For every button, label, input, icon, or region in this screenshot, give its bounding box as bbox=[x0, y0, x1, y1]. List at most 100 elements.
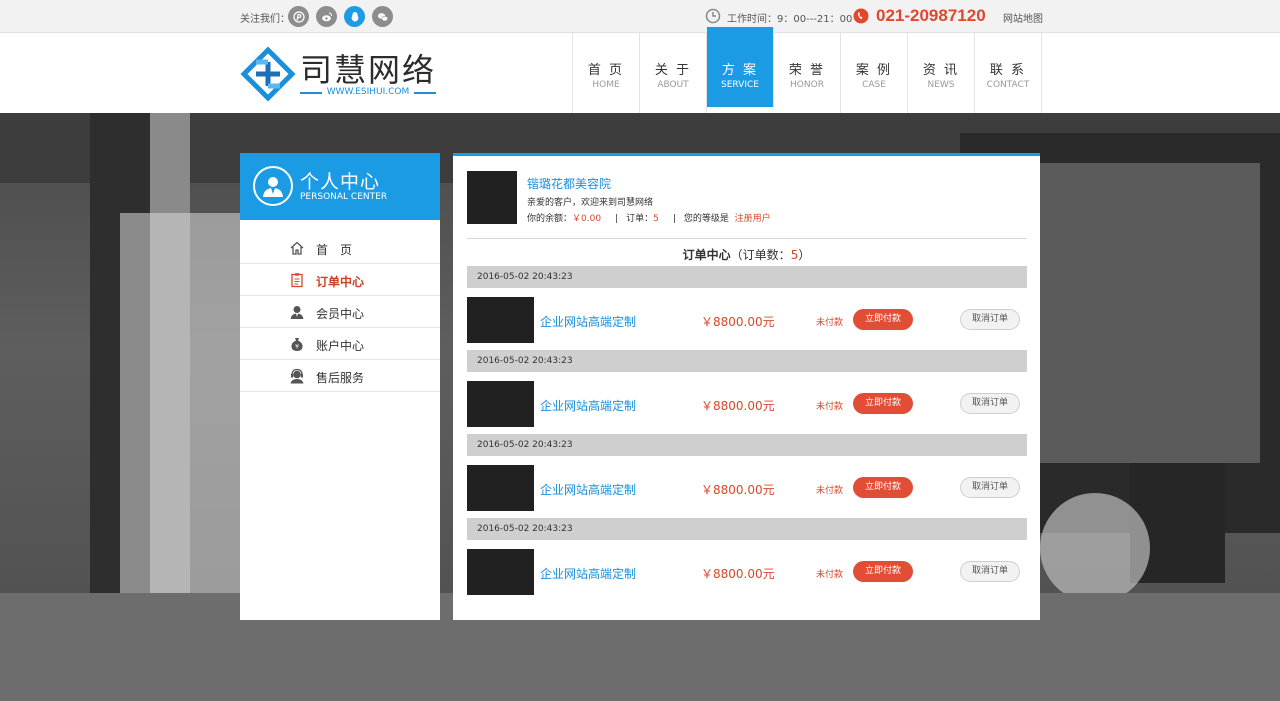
order-row: 企业网站高端定制 ￥8800.00元 未付款 立即付款 取消订单 bbox=[467, 381, 1027, 429]
sitemap-link[interactable]: 网站地图 bbox=[1003, 10, 1043, 25]
nav-label: 联 系 bbox=[989, 63, 1027, 78]
order-date: 2016-05-02 20:43:23 bbox=[467, 434, 1027, 456]
sidebar-item-label: 会员中心 bbox=[316, 307, 365, 321]
order-date: 2016-05-02 20:43:23 bbox=[467, 518, 1027, 540]
nav-sublabel: CONTACT bbox=[986, 80, 1030, 90]
product-name[interactable]: 企业网站高端定制 bbox=[540, 565, 636, 582]
home-icon bbox=[290, 241, 304, 255]
svg-text:¥: ¥ bbox=[295, 344, 299, 351]
profile-image bbox=[467, 171, 517, 224]
stats-separator: | bbox=[672, 214, 676, 224]
nav-label: 荣 誉 bbox=[788, 63, 826, 78]
nav-contact[interactable]: 联 系 CONTACT bbox=[975, 33, 1042, 113]
order-row: 企业网站高端定制 ￥8800.00元 未付款 立即付款 取消订单 bbox=[467, 297, 1027, 345]
pay-now-button[interactable]: 立即付款 bbox=[853, 393, 913, 414]
orders-label: 订单： bbox=[626, 214, 654, 224]
logo-url: WWW.ESIHUI.COM bbox=[300, 87, 436, 97]
order-row: 企业网站高端定制 ￥8800.00元 未付款 立即付款 取消订单 bbox=[467, 549, 1027, 597]
nav-sublabel: SERVICE bbox=[721, 80, 759, 90]
sidebar-item-label: 售后服务 bbox=[316, 371, 365, 385]
product-thumbnail[interactable] bbox=[467, 465, 534, 511]
shop-name[interactable]: 锴璐花都美容院 bbox=[527, 175, 611, 192]
sidebar-item-account[interactable]: ¥ 账户中心 bbox=[240, 328, 440, 360]
phone-icon bbox=[853, 8, 869, 24]
sidebar-item-label: 账户中心 bbox=[316, 339, 365, 353]
order-price: ￥8800.00元 bbox=[701, 399, 775, 413]
orders-title-text: 订单中心 bbox=[682, 248, 731, 262]
sidebar-menu: 首 页 订单中心 会员中心 ¥ 账户中心 售后服务 bbox=[240, 232, 440, 392]
cancel-order-button[interactable]: 取消订单 bbox=[960, 309, 1020, 330]
main-nav: 首 页 HOME 关 于 ABOUT 方 案 SERVICE 荣 誉 HONOR 案 例… bbox=[572, 27, 1042, 113]
orders-count-prefix: （订单数： bbox=[730, 248, 791, 262]
nav-honor[interactable]: 荣 誉 HONOR bbox=[774, 33, 841, 113]
nav-sublabel: HONOR bbox=[790, 80, 824, 90]
member-icon bbox=[290, 306, 304, 319]
cancel-order-button[interactable]: 取消订单 bbox=[960, 393, 1020, 414]
payment-status: 未付款 bbox=[816, 402, 844, 412]
order-price: ￥8800.00元 bbox=[701, 483, 775, 497]
nav-service[interactable]: 方 案 SERVICE bbox=[707, 27, 774, 107]
product-thumbnail[interactable] bbox=[467, 297, 534, 343]
product-thumbnail[interactable] bbox=[467, 549, 534, 595]
product-thumbnail[interactable] bbox=[467, 381, 534, 427]
orders-count: 5 bbox=[653, 214, 659, 224]
product-name[interactable]: 企业网站高端定制 bbox=[540, 313, 636, 330]
qq-icon[interactable] bbox=[344, 6, 365, 27]
sidebar-title: 个人中心 bbox=[300, 171, 381, 193]
sidebar-item-label: 订单中心 bbox=[316, 275, 365, 289]
sidebar-item-member[interactable]: 会员中心 bbox=[240, 296, 440, 328]
orders-count-suffix: ） bbox=[798, 248, 811, 262]
nav-label: 关 于 bbox=[654, 63, 692, 78]
weibo-icon[interactable] bbox=[316, 6, 337, 27]
nav-sublabel: ABOUT bbox=[657, 80, 689, 90]
payment-status: 未付款 bbox=[816, 318, 844, 328]
sidebar-subtitle: PERSONAL CENTER bbox=[300, 192, 388, 202]
top-bar: 关注我们： 工作时间：9：00---21：00 021-20987120 网站地… bbox=[0, 0, 1280, 33]
divider bbox=[467, 238, 1027, 239]
welcome-text: 亲爱的客户，欢迎来到司慧网络 bbox=[527, 198, 654, 208]
pay-now-button[interactable]: 立即付款 bbox=[853, 309, 913, 330]
sidebar-item-orders[interactable]: 订单中心 bbox=[240, 264, 440, 296]
sidebar-header: 个人中心 PERSONAL CENTER bbox=[240, 153, 440, 220]
phone-number: 021-20987120 bbox=[876, 6, 986, 25]
payment-status: 未付款 bbox=[816, 486, 844, 496]
clipboard-icon bbox=[291, 273, 303, 288]
follow-us-label: 关注我们： bbox=[240, 14, 290, 25]
product-name[interactable]: 企业网站高端定制 bbox=[540, 397, 636, 414]
cancel-order-button[interactable]: 取消订单 bbox=[960, 561, 1020, 582]
pinterest-icon[interactable] bbox=[288, 6, 309, 27]
logo-mark-icon[interactable] bbox=[240, 46, 296, 102]
member-level: 注册用户 bbox=[734, 214, 771, 224]
nav-case[interactable]: 案 例 CASE bbox=[841, 33, 908, 113]
sidebar-item-home[interactable]: 首 页 bbox=[240, 232, 440, 264]
balance-value: ￥0.00 bbox=[572, 214, 602, 224]
order-price: ￥8800.00元 bbox=[701, 567, 775, 581]
sidebar-item-label: 首 页 bbox=[316, 243, 353, 257]
working-hours: 工作时间：9：00---21：00 bbox=[727, 14, 853, 25]
nav-label: 案 例 bbox=[855, 63, 893, 78]
nav-news[interactable]: 资 讯 NEWS bbox=[908, 33, 975, 113]
sidebar-item-service[interactable]: 售后服务 bbox=[240, 360, 440, 392]
pay-now-button[interactable]: 立即付款 bbox=[853, 561, 913, 582]
logo-text[interactable]: 司慧网络 bbox=[300, 45, 436, 91]
level-label: 您的等级是 bbox=[683, 214, 729, 224]
payment-status: 未付款 bbox=[816, 570, 844, 580]
product-name[interactable]: 企业网站高端定制 bbox=[540, 481, 636, 498]
site-header: 司慧网络 WWW.ESIHUI.COM 首 页 HOME 关 于 ABOUT 方 案… bbox=[0, 27, 1280, 113]
cancel-order-button[interactable]: 取消订单 bbox=[960, 477, 1020, 498]
nav-label: 方 案 bbox=[721, 63, 759, 78]
balance-label: 你的余额： bbox=[527, 214, 573, 224]
nav-label: 资 讯 bbox=[922, 63, 960, 78]
nav-sublabel: HOME bbox=[592, 80, 620, 90]
order-price: ￥8800.00元 bbox=[701, 315, 775, 329]
order-center-panel: 锴璐花都美容院 亲爱的客户，欢迎来到司慧网络 你的余额：￥0.00 | 订单：5 | 您… bbox=[453, 153, 1040, 620]
order-date: 2016-05-02 20:43:23 bbox=[467, 350, 1027, 372]
nav-home[interactable]: 首 页 HOME bbox=[573, 33, 640, 113]
wechat-icon[interactable] bbox=[372, 6, 393, 27]
stats-separator: | bbox=[615, 214, 619, 224]
user-avatar-icon bbox=[253, 166, 293, 206]
nav-about[interactable]: 关 于 ABOUT bbox=[640, 33, 707, 113]
pay-now-button[interactable]: 立即付款 bbox=[853, 477, 913, 498]
account-stats: 你的余额：￥0.00 | 订单：5 | 您的等级是 注册用户 bbox=[527, 211, 771, 224]
order-date: 2016-05-02 20:43:23 bbox=[467, 266, 1027, 288]
